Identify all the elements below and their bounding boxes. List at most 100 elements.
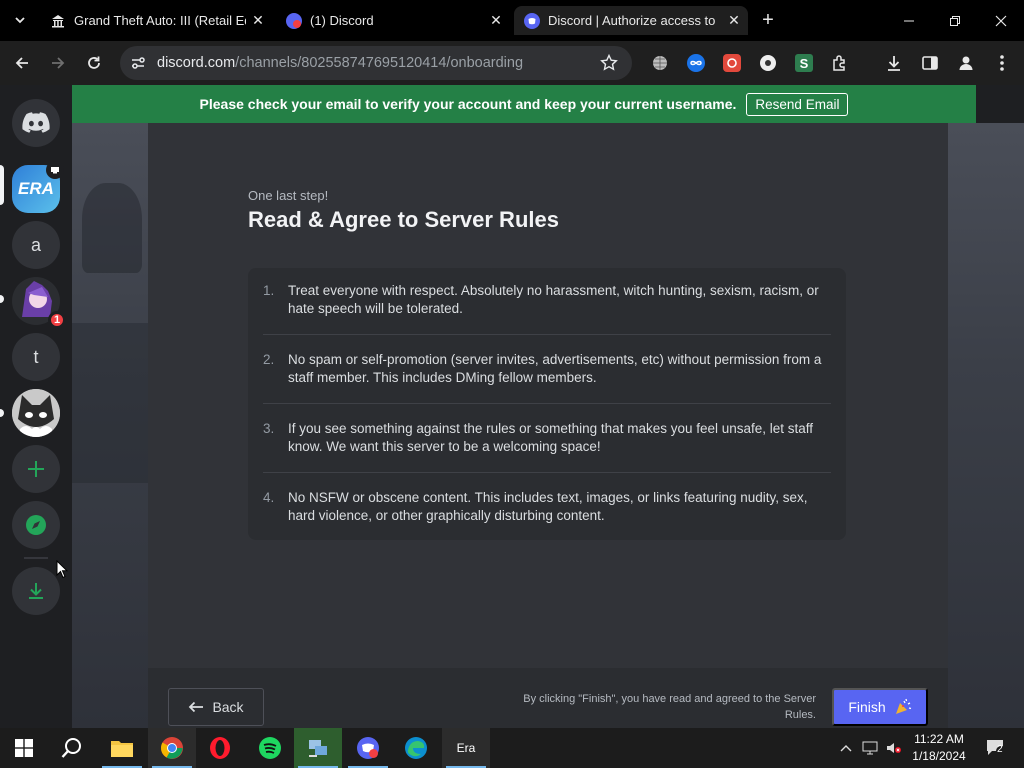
network-icon[interactable] [862, 740, 878, 756]
site-info-icon[interactable] [130, 55, 146, 76]
server-t-label: t [33, 346, 39, 367]
close-tab-icon[interactable]: ✕ [250, 12, 266, 28]
back-button[interactable]: Back [168, 688, 264, 726]
rule-text: If you see something against the rules o… [288, 421, 814, 454]
close-tab-icon[interactable]: ✕ [726, 12, 742, 28]
left-arrow-icon [189, 701, 204, 713]
tab-search-chevron-icon[interactable] [6, 6, 34, 34]
era-taskbar-app[interactable]: Era [442, 728, 490, 768]
screen: Grand Theft Auto: III (Retail Edit ✕ (1)… [0, 0, 1024, 768]
tab-title: Discord | Authorize access to yo [548, 13, 718, 28]
era-taskbar-label: Era [456, 741, 476, 755]
rule-number: 4. [263, 490, 275, 505]
rule-divider [263, 334, 831, 335]
forward-arrow-icon[interactable] [44, 49, 72, 77]
tab-title: (1) Discord [310, 13, 374, 28]
background-building [72, 323, 148, 483]
rule-number: 1. [263, 283, 275, 298]
s-extension-icon[interactable]: S [794, 53, 814, 73]
extension-circle-icon[interactable] [758, 53, 778, 73]
onboarding-footer: Back By clicking "Finish", you have read… [148, 668, 948, 728]
rule-text: No spam or self-promotion (server invite… [288, 352, 822, 385]
side-panel-icon[interactable] [920, 53, 940, 73]
tab-gta3[interactable]: Grand Theft Auto: III (Retail Edit ✕ [40, 6, 272, 35]
banner-text: Please check your email to verify your a… [199, 96, 737, 112]
close-tab-icon[interactable]: ✕ [488, 12, 504, 28]
background-smoke [82, 183, 142, 273]
onboarding-panel: One last step! Read & Agree to Server Ru… [148, 123, 948, 668]
download-apps-button[interactable] [12, 567, 60, 615]
discord-taskbar-icon[interactable] [344, 728, 392, 768]
minimize-icon[interactable] [886, 0, 932, 41]
restore-icon[interactable] [932, 0, 978, 41]
mouse-cursor-icon [56, 560, 68, 579]
add-server-button[interactable] [12, 445, 60, 493]
red-square-extension-icon[interactable] [722, 53, 742, 73]
server-a-label: a [30, 234, 41, 255]
new-tab-button[interactable]: + [756, 6, 780, 35]
tab-title: Grand Theft Auto: III (Retail Edit [74, 13, 246, 28]
notifications-icon[interactable]: 2 [984, 740, 1008, 756]
bank-icon [50, 13, 66, 29]
compass-icon [26, 515, 46, 535]
clock-time: 11:22 AM [914, 732, 964, 746]
page-title: Read & Agree to Server Rules [248, 207, 559, 232]
server-list-divider [24, 557, 48, 559]
notification-count: 2 [997, 744, 1003, 755]
tray-chevron-up-icon[interactable] [838, 740, 854, 756]
finish-button[interactable]: Finish [832, 688, 928, 726]
resend-email-button[interactable]: Resend Email [746, 92, 849, 116]
extensions-puzzle-icon[interactable] [830, 53, 850, 73]
finish-button-label: Finish [848, 699, 886, 715]
step-eyebrow: One last step! [248, 188, 329, 203]
download-icon[interactable] [884, 53, 904, 73]
rule-text: Treat everyone with respect. Absolutely … [288, 283, 819, 316]
discord-favicon-icon [524, 12, 540, 29]
server-a[interactable]: a [12, 221, 60, 269]
rule-divider [263, 472, 831, 473]
infinity-extension-icon[interactable] [686, 53, 706, 73]
rules-list: 1. Treat everyone with respect. Absolute… [248, 268, 846, 540]
globe-extension-icon[interactable] [650, 53, 670, 73]
server-cat-avatar[interactable] [12, 389, 60, 437]
plus-icon [28, 461, 44, 477]
bookmark-star-icon[interactable] [600, 53, 618, 77]
opera-icon[interactable] [196, 728, 244, 768]
system-clock[interactable]: 11:22 AM 1/18/2024 [903, 731, 975, 765]
file-explorer-icon[interactable] [98, 728, 146, 768]
browser-tab-strip: Grand Theft Auto: III (Retail Edit ✕ (1)… [0, 0, 1024, 41]
close-window-icon[interactable] [978, 0, 1024, 41]
party-popper-icon [895, 698, 911, 714]
windows-taskbar: Era 11:22 AM 1/18/2024 2 [0, 728, 1024, 768]
clock-date: 1/18/2024 [912, 749, 966, 763]
server-era-label: ERA [18, 179, 54, 198]
explore-servers-button[interactable] [12, 501, 60, 549]
network-app-icon[interactable] [294, 728, 342, 768]
windows-start-icon[interactable] [0, 728, 48, 768]
url-path: /channels/802558747695120414/onboarding [235, 55, 524, 71]
rule-number: 3. [263, 421, 275, 436]
mention-badge: 1 [48, 311, 66, 329]
profile-icon[interactable] [956, 53, 976, 73]
tab-discord[interactable]: (1) Discord ✕ [276, 6, 510, 35]
cat-face-icon [12, 389, 60, 437]
rule-divider [263, 403, 831, 404]
download-arrow-icon [29, 583, 43, 599]
server-t[interactable]: t [12, 333, 60, 381]
server-anime-avatar[interactable]: 1 [12, 277, 66, 329]
search-icon[interactable] [48, 728, 96, 768]
rule-number: 2. [263, 352, 275, 367]
reload-icon[interactable] [80, 49, 108, 77]
chrome-icon[interactable] [148, 728, 196, 768]
spotify-icon[interactable] [246, 728, 294, 768]
discord-home-button[interactable] [12, 99, 60, 147]
discord-favicon-icon [286, 12, 302, 29]
back-button-label: Back [212, 699, 244, 715]
edge-icon[interactable] [392, 728, 440, 768]
server-era[interactable]: ERA [12, 161, 64, 213]
back-arrow-icon[interactable] [8, 49, 36, 77]
tab-discord-authorize[interactable]: Discord | Authorize access to yo ✕ [514, 6, 748, 35]
volume-muted-icon[interactable] [886, 740, 902, 756]
address-bar[interactable]: discord.com/channels/802558747695120414/… [120, 46, 632, 80]
more-menu-icon[interactable] [992, 53, 1012, 73]
